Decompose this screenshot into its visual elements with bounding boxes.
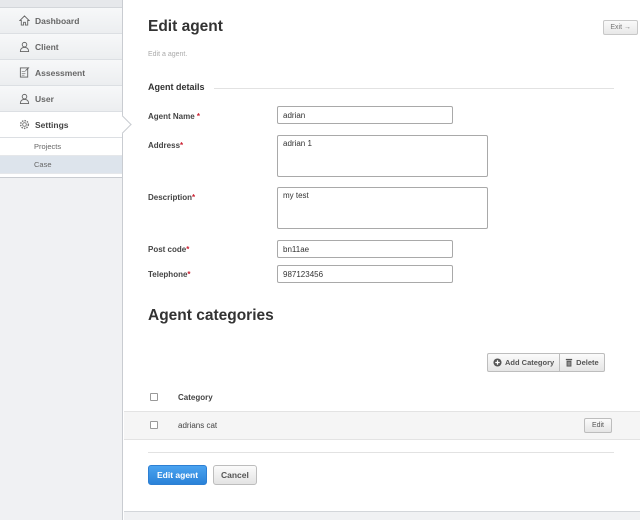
sidebar-divider — [0, 174, 122, 178]
document-icon — [18, 67, 30, 79]
sidebar-item-settings[interactable]: Settings — [0, 112, 122, 138]
add-category-label: Add Category — [505, 358, 555, 367]
edit-agent-submit-button[interactable]: Edit agent — [148, 465, 208, 485]
categories-toolbar: Add Category Delete — [487, 353, 605, 372]
add-category-button[interactable]: Add Category — [487, 353, 561, 372]
user-icon — [18, 41, 30, 53]
exit-button[interactable]: Exit → — [603, 20, 638, 35]
row-checkbox[interactable] — [150, 421, 158, 429]
sidebar-item-client[interactable]: Client — [0, 34, 122, 60]
required-marker: * — [192, 193, 196, 202]
required-marker: * — [180, 141, 184, 150]
postcode-input[interactable] — [277, 240, 453, 258]
categories-title: Agent categories — [148, 307, 274, 324]
address-textarea[interactable]: adrian 1 — [277, 135, 488, 177]
sidebar-item-assessment[interactable]: Assessment — [0, 60, 122, 86]
sidebar-item-label: Client — [35, 41, 59, 52]
sidebar-item-label: Assessment — [35, 67, 86, 78]
telephone-label: Telephone* — [148, 270, 191, 279]
agent-name-input[interactable] — [277, 106, 453, 124]
delete-label: Delete — [576, 358, 599, 367]
sidebar-item-user[interactable]: User — [0, 86, 122, 112]
description-textarea[interactable]: my test — [277, 187, 488, 229]
category-column-header: Category — [178, 393, 213, 402]
required-marker: * — [196, 112, 201, 121]
sidebar-top — [0, 0, 122, 8]
agent-name-label-text: Agent Name — [148, 112, 195, 121]
plus-circle-icon — [493, 358, 502, 367]
sidebar-subitem-projects[interactable]: Projects — [0, 138, 122, 156]
sidebar-item-label: Dashboard — [35, 15, 80, 26]
address-label: Address* — [148, 141, 183, 150]
section-divider — [214, 88, 614, 89]
required-marker: * — [186, 245, 190, 254]
postcode-label: Post code* — [148, 245, 189, 254]
sidebar-item-dashboard[interactable]: Dashboard — [0, 8, 122, 34]
sidebar-item-label: Settings — [35, 119, 69, 130]
telephone-input[interactable] — [277, 265, 453, 283]
delete-button[interactable]: Delete — [560, 353, 605, 372]
gear-icon — [18, 119, 30, 131]
main-content: Edit agent Exit → Edit a agent. Agent de… — [124, 0, 640, 520]
form-actions-divider — [148, 452, 614, 453]
trash-icon — [565, 358, 573, 367]
user-icon — [18, 93, 30, 105]
edit-category-button[interactable]: Edit — [583, 418, 612, 433]
select-all-checkbox[interactable] — [150, 393, 158, 401]
postcode-label-text: Post code — [148, 245, 187, 254]
cancel-button[interactable]: Cancel — [213, 465, 257, 485]
telephone-label-text: Telephone — [148, 270, 188, 279]
sidebar: Dashboard Client Assessment User Setting… — [0, 0, 123, 520]
description-label: Description* — [148, 193, 195, 202]
sidebar-subitem-case[interactable]: Case — [0, 156, 122, 174]
address-label-text: Address — [148, 141, 181, 150]
category-name: adrians cat — [178, 421, 218, 430]
description-label-text: Description — [148, 193, 193, 202]
bottom-strip — [124, 511, 640, 520]
agent-name-label: Agent Name * — [148, 112, 200, 121]
section-title-agent-details: Agent details — [148, 82, 205, 92]
required-marker: * — [187, 270, 191, 279]
page-subtitle: Edit a agent. — [148, 51, 188, 58]
page-title: Edit agent — [148, 18, 223, 35]
home-icon — [18, 15, 30, 27]
sidebar-item-label: User — [35, 93, 54, 104]
